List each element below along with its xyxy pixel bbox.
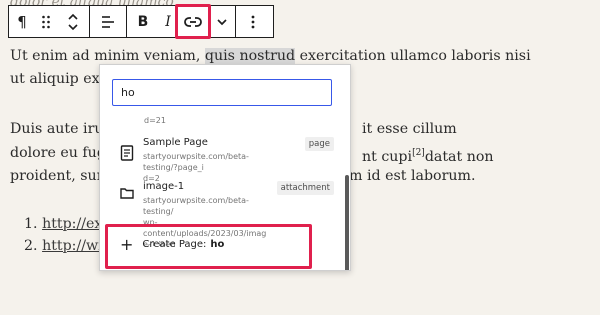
link-search-input[interactable]	[112, 79, 332, 106]
create-page-highlight	[105, 224, 312, 269]
paragraph-2-line-3-right[interactable]: m id est laborum.	[349, 165, 475, 188]
text-span: Ut enim ad minim veniam,	[10, 48, 205, 64]
url-line: startyourwpsite.com/beta-testing/	[143, 196, 249, 216]
text-span: datat non	[424, 149, 494, 165]
text-span: nt cupi	[362, 149, 413, 165]
results-scrollbar[interactable]	[345, 175, 349, 270]
result-title: Sample Page	[143, 137, 208, 148]
block-toolbar: ¶ B I	[8, 5, 274, 38]
search-result-item[interactable]: image-1 startyourwpsite.com/beta-testing…	[114, 181, 336, 246]
link-button-highlight	[175, 4, 211, 39]
paragraph-icon[interactable]: ¶	[9, 6, 35, 37]
result-url: startyourwpsite.com/beta-testing/?page_i…	[143, 151, 273, 184]
options-group	[236, 6, 270, 37]
list-item: 1. http://exa	[24, 213, 111, 236]
page-icon	[120, 145, 134, 161]
result-title: image-1	[143, 181, 185, 192]
paragraph-2-line-1-right[interactable]: it esse cillum	[362, 118, 457, 141]
align-icon[interactable]	[90, 6, 126, 37]
search-result-item[interactable]: Sample Page startyourwpsite.com/beta-tes…	[114, 137, 336, 183]
align-group	[90, 6, 127, 37]
list-number: 2.	[24, 238, 38, 254]
list-number: 1.	[24, 216, 38, 232]
options-icon[interactable]	[236, 6, 270, 37]
folder-icon	[120, 188, 134, 199]
more-options-chevron-icon[interactable]	[209, 6, 235, 37]
move-up-down-icon[interactable]	[57, 6, 89, 37]
paragraph-2-line-1-left[interactable]: Duis aute irur	[10, 118, 110, 141]
result-url-fragment: d=21	[144, 116, 166, 125]
bold-icon[interactable]: B	[127, 6, 159, 37]
selected-text[interactable]: quis nostrud	[204, 48, 296, 64]
result-type-badge: attachment	[276, 181, 334, 195]
text-span: exercitation ullamco laboris nisi	[295, 48, 531, 64]
block-controls-group: ¶	[9, 6, 90, 37]
paragraph-2-line-2-left[interactable]: dolore eu fugi	[10, 142, 110, 165]
url-line: startyourwpsite.com/beta-testing/?page_i	[143, 152, 249, 172]
paragraph-1-line-2[interactable]: ut aliquip ex e	[10, 68, 113, 91]
paragraph-2-line-3-left[interactable]: proident, sunt	[10, 165, 112, 188]
footnote-ref[interactable]: [2]	[412, 148, 425, 158]
drag-icon[interactable]	[35, 6, 57, 37]
result-type-badge: page	[304, 137, 334, 151]
